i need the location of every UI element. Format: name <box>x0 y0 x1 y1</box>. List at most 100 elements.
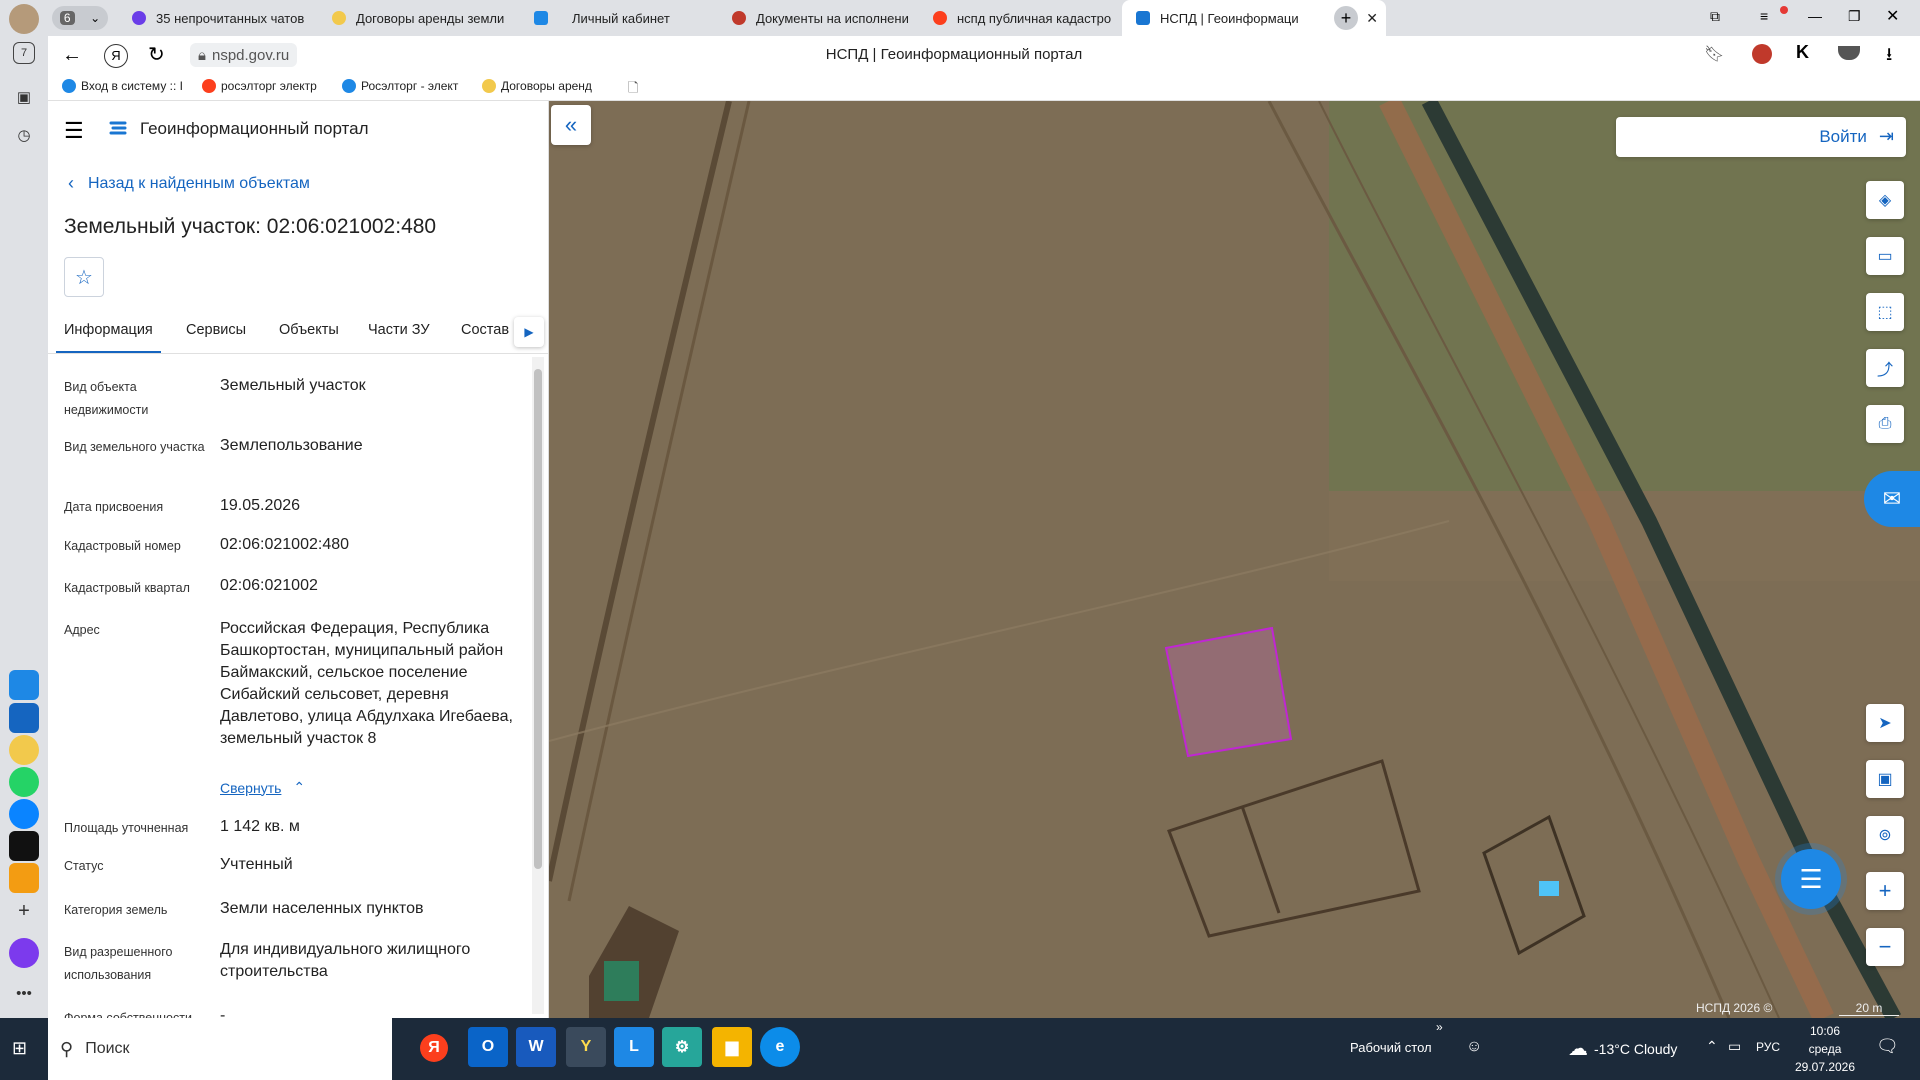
app-icon-eagle[interactable] <box>9 703 39 733</box>
menu-icon[interactable]: ≡ <box>1760 8 1768 24</box>
search-location-icon[interactable]: ⊚ <box>1866 816 1904 854</box>
weather-widget[interactable]: ☁ -13°C Cloudy <box>1568 1036 1677 1061</box>
field-value: 1 142 кв. м <box>220 818 300 835</box>
outlook-icon[interactable]: O <box>468 1027 508 1067</box>
collapse-panel-icon[interactable]: « <box>551 105 591 145</box>
restore-icon[interactable]: ❐ <box>1848 8 1861 25</box>
collections-icon[interactable]: ▣ <box>9 82 39 112</box>
file-explorer-icon[interactable]: ▆ <box>712 1027 752 1067</box>
history-icon[interactable]: ◷ <box>9 120 39 150</box>
tab-contracts[interactable]: Договоры аренды земли <box>332 4 532 32</box>
tab-chats[interactable]: 35 непрочитанных чатов <box>132 4 327 32</box>
zoom-in-icon[interactable]: + <box>1866 872 1904 910</box>
layers-icon[interactable]: ◈ <box>1866 181 1904 219</box>
bookmark-roseltorg-2[interactable]: Росэлторг - элект <box>342 79 458 93</box>
windows-start-icon[interactable]: ⊞ <box>12 1038 27 1059</box>
desktop-label[interactable]: Рабочий стол <box>1350 1040 1432 1055</box>
expand-toolbar-icon[interactable]: » <box>1436 1020 1443 1034</box>
extension-k-icon[interactable]: K <box>1796 42 1809 63</box>
profile-avatar[interactable] <box>9 4 39 34</box>
tab-group-button[interactable]: 6 ⌄ <box>52 6 108 30</box>
back-to-results-link[interactable]: ‹ Назад к найденным объектам <box>68 173 310 194</box>
edge-icon[interactable]: e <box>760 1027 800 1067</box>
share-icon[interactable]: ⤴ <box>1866 349 1904 387</box>
tab-label: Документы на исполнени <box>756 10 909 26</box>
yandex-browser-icon[interactable]: Я <box>420 1034 448 1062</box>
notifications-icon[interactable]: 🗨︎ <box>1876 1036 1899 1057</box>
ruler-icon[interactable]: ▭ <box>1866 237 1904 275</box>
collapse-link[interactable]: Свернуть ⌃ <box>220 779 305 796</box>
page-title: НСПД | Геоинформационный портал <box>825 46 1083 63</box>
add-icon[interactable]: + <box>9 896 39 926</box>
language-indicator[interactable]: РУС <box>1756 1040 1780 1054</box>
minimap-icon[interactable]: ▣ <box>1866 760 1904 798</box>
tab-documents[interactable]: Документы на исполнени <box>732 4 932 32</box>
gosuslugi-app-icon[interactable] <box>9 670 39 700</box>
app-icon-dark[interactable] <box>9 831 39 861</box>
tray-chevron-icon[interactable]: ⌃ <box>1706 1038 1718 1055</box>
favorite-star-button[interactable]: ☆ <box>64 257 104 297</box>
tab-counter-icon[interactable]: 7 <box>13 42 35 64</box>
cloud-icon: ☁ <box>1568 1038 1588 1060</box>
alice-icon[interactable] <box>9 938 39 968</box>
tab-information[interactable]: Информация <box>56 313 161 353</box>
app-icon-gold[interactable] <box>9 735 39 765</box>
zoom-out-icon[interactable]: − <box>1866 928 1904 966</box>
taskbar-search-box[interactable]: ⚲ Поиск <box>48 1018 392 1080</box>
select-area-icon[interactable]: ⬚ <box>1866 293 1904 331</box>
browser-sidebar: 7 ▣ ◷ + ••• <box>0 0 48 1018</box>
field-value: Для индивидуального жилищного строительс… <box>220 941 471 980</box>
bookmark-roseltorg-1[interactable]: росэлторг электр <box>202 79 317 93</box>
scrollbar-thumb[interactable] <box>534 369 542 869</box>
address-row: ← Я ↻ 🔒︎ nspd.gov.ru НСПД | Геоинформаци… <box>48 36 1920 76</box>
weather-text: -13°C Cloudy <box>1594 1040 1678 1057</box>
minimize-icon[interactable]: — <box>1808 8 1822 24</box>
close-window-icon[interactable]: ✕ <box>1886 6 1899 26</box>
tab-services[interactable]: Сервисы <box>186 313 246 347</box>
downloads-icon[interactable]: ⭳ <box>1886 42 1892 72</box>
app-lb-icon[interactable]: L <box>614 1027 654 1067</box>
new-tab-icon[interactable]: + <box>1334 6 1358 30</box>
bookmark-contracts[interactable]: Договоры аренд <box>482 79 592 93</box>
bookmark-icon[interactable]: 🔖︎ <box>1704 44 1724 64</box>
network-icon[interactable]: ▭ <box>1728 1038 1741 1055</box>
messenger-icon[interactable] <box>9 799 39 829</box>
whatsapp-icon[interactable] <box>9 767 39 797</box>
search-icon: ⚲ <box>60 1038 74 1059</box>
chevron-left-icon: ‹ <box>68 173 74 193</box>
tab-objects[interactable]: Объекты <box>279 313 339 347</box>
geolocation-icon[interactable]: ➤ <box>1866 704 1904 742</box>
hamburger-menu-icon[interactable]: ☰ <box>64 118 84 144</box>
chat-assistant-icon[interactable]: ☰ <box>1781 849 1841 909</box>
bookmark-favicon-icon <box>202 79 216 93</box>
extension-icon[interactable] <box>1752 44 1772 64</box>
field-label: Статус <box>64 859 104 873</box>
clock[interactable]: 10:06 среда 29.07.2026 <box>1790 1022 1860 1076</box>
tab-account[interactable]: Личный кабинет <box>534 4 734 32</box>
bookmark-login[interactable]: Вход в систему :: I <box>62 79 183 93</box>
close-tab-icon[interactable]: ✕ <box>1366 10 1378 27</box>
tab-yandex-search[interactable]: нспд публичная кадастро <box>933 4 1133 32</box>
bookmarks-panel-icon[interactable]: ⧉ <box>1710 8 1720 25</box>
print-icon[interactable]: ⎙ <box>1866 405 1904 443</box>
tab-parts[interactable]: Части ЗУ <box>368 313 430 347</box>
more-icon[interactable]: ••• <box>9 978 39 1008</box>
document-icon[interactable]: 🗋︎ <box>628 79 638 101</box>
mail-app-icon[interactable] <box>9 863 39 893</box>
app-gear-icon[interactable]: ⚙ <box>662 1027 702 1067</box>
tabs-scroll-right-icon[interactable]: ▶ <box>514 317 544 347</box>
notification-dot <box>1780 6 1788 14</box>
login-button[interactable]: Войти ⇥ <box>1819 126 1894 147</box>
bookmark-label: Вход в систему :: I <box>81 79 183 93</box>
feedback-tab-icon[interactable]: ✉ <box>1864 471 1920 527</box>
map-view[interactable]: « Войти ⇥ ◈ ▭ ⬚ ⤴ ⎙ ✉ ➤ ▣ ⊚ + − ☰ НСПД 2… <box>549 101 1920 1018</box>
people-icon[interactable]: ☺ <box>1466 1038 1482 1056</box>
field-value: 19.05.2026 <box>220 497 301 514</box>
copyright-label: НСПД 2026 © <box>1696 1001 1773 1015</box>
tab-composition[interactable]: Состав <box>461 313 509 347</box>
yandex-app-icon[interactable]: Y <box>566 1027 606 1067</box>
field-label: Площадь уточненная <box>64 821 189 835</box>
panel-scrollbar[interactable] <box>532 357 544 1014</box>
word-icon[interactable]: W <box>516 1027 556 1067</box>
bookmark-label: Росэлторг - элект <box>361 79 459 93</box>
